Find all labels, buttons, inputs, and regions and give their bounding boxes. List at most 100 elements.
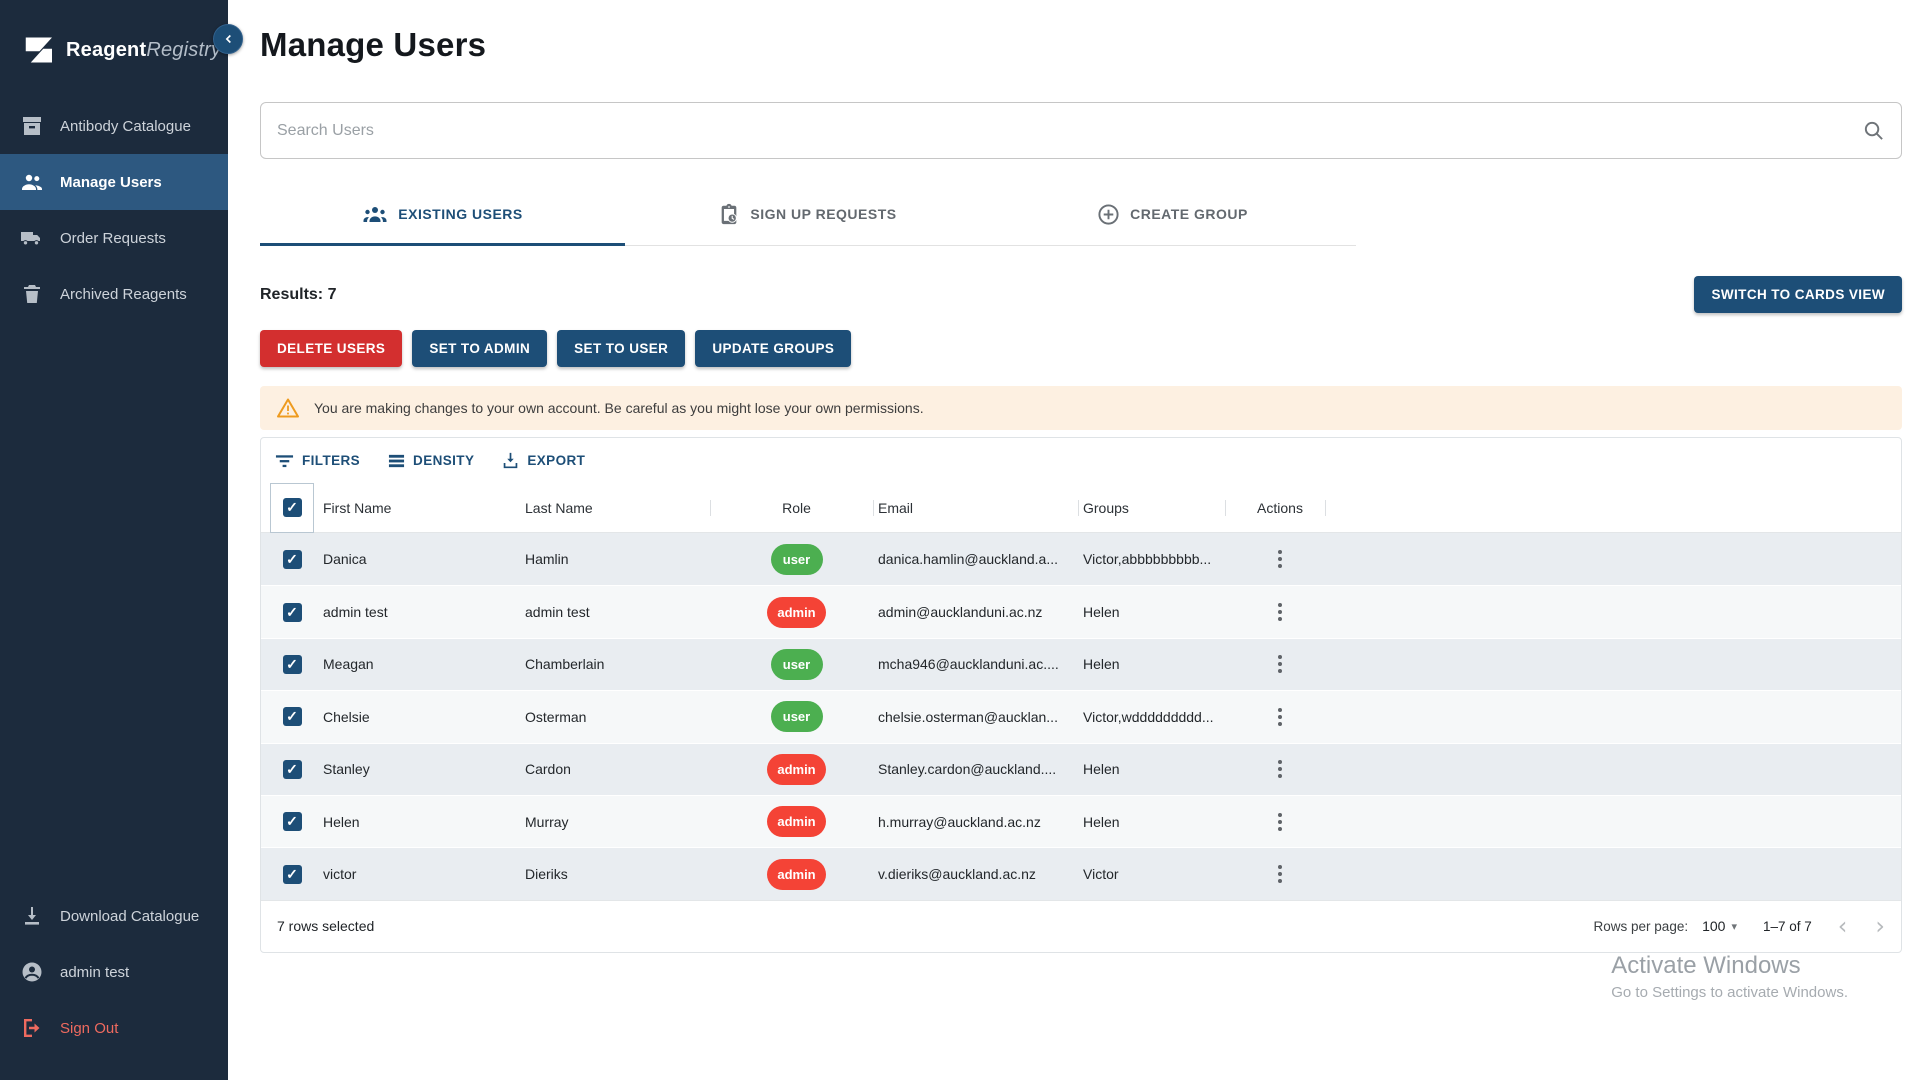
sidebar-item-current-user[interactable]: admin test bbox=[0, 944, 228, 1000]
header-checkbox-cell bbox=[261, 482, 323, 533]
page-title: Manage Users bbox=[260, 26, 487, 63]
sidebar-item-manage-users[interactable]: Manage Users bbox=[0, 154, 228, 210]
tab-sign-up-requests[interactable]: SIGN UP REQUESTS bbox=[625, 183, 990, 245]
row-checkbox[interactable] bbox=[282, 654, 302, 674]
people-icon bbox=[22, 174, 42, 190]
cell-first-name: victor bbox=[323, 866, 357, 883]
sidebar-item-label: Manage Users bbox=[60, 173, 162, 191]
column-header-first-name[interactable]: First Name bbox=[323, 500, 525, 516]
search-bar[interactable] bbox=[260, 102, 1902, 159]
tab-existing-users[interactable]: EXISTING USERS bbox=[260, 183, 625, 246]
bulk-actions-row: DELETE USERS SET TO ADMIN SET TO USER UP… bbox=[260, 330, 1902, 367]
cell-actions bbox=[1230, 704, 1330, 730]
rows-per-page: Rows per page: 100 ▾ bbox=[1594, 918, 1737, 934]
groups-icon bbox=[363, 207, 387, 222]
row-checkbox-cell bbox=[261, 654, 323, 674]
role-badge: user bbox=[770, 543, 823, 575]
export-label: EXPORT bbox=[527, 453, 586, 468]
cell-email: Stanley.cardon@auckland.... bbox=[878, 761, 1057, 778]
table-row[interactable]: victor Dieriks admin v.dieriks@auckland.… bbox=[261, 847, 1901, 900]
cell-actions bbox=[1230, 861, 1330, 887]
add-circle-icon bbox=[1098, 203, 1119, 225]
sidebar-item-order-requests[interactable]: Order Requests bbox=[0, 210, 228, 266]
table-row[interactable]: Danica Hamlin user danica.hamlin@aucklan… bbox=[261, 533, 1901, 586]
warning-banner: You are making changes to your own accou… bbox=[260, 386, 1902, 430]
switch-to-cards-view-button[interactable]: SWITCH TO CARDS VIEW bbox=[1694, 276, 1902, 313]
cell-first-name: Chelsie bbox=[323, 708, 370, 725]
kebab-menu-icon[interactable] bbox=[1274, 809, 1286, 835]
row-checkbox[interactable] bbox=[282, 707, 302, 727]
search-icon[interactable] bbox=[1862, 119, 1885, 142]
cell-groups: Victor bbox=[1083, 866, 1119, 883]
row-checkbox[interactable] bbox=[282, 864, 302, 884]
set-to-admin-button[interactable]: SET TO ADMIN bbox=[412, 330, 548, 367]
kebab-menu-icon[interactable] bbox=[1274, 651, 1286, 677]
sidebar-item-label: Order Requests bbox=[60, 229, 166, 247]
table-footer: 7 rows selected Rows per page: 100 ▾ 1–7… bbox=[261, 899, 1901, 952]
cell-actions bbox=[1230, 756, 1330, 782]
column-header-role[interactable]: Role bbox=[715, 499, 878, 516]
rows-per-page-select[interactable]: 100 ▾ bbox=[1702, 918, 1737, 934]
cell-email: chelsie.osterman@aucklan... bbox=[878, 708, 1058, 725]
cell-last-name: Chamberlain bbox=[525, 656, 605, 673]
table-row[interactable]: Helen Murray admin h.murray@auckland.ac.… bbox=[261, 794, 1901, 848]
cell-groups: Helen bbox=[1083, 761, 1120, 778]
results-row: Results: 7 SWITCH TO CARDS VIEW bbox=[260, 276, 1902, 313]
cell-role: admin bbox=[715, 858, 878, 890]
search-input[interactable] bbox=[277, 121, 1862, 140]
warning-text: You are making changes to your own accou… bbox=[314, 400, 924, 416]
select-all-checkbox[interactable] bbox=[282, 498, 302, 517]
density-label: DENSITY bbox=[413, 453, 475, 468]
inventory-box-icon bbox=[23, 117, 41, 135]
row-checkbox[interactable] bbox=[282, 549, 302, 569]
tab-label: CREATE GROUP bbox=[1130, 206, 1248, 222]
column-header-email[interactable]: Email bbox=[878, 499, 1083, 516]
watermark-subtitle: Go to Settings to activate Windows. bbox=[1611, 984, 1848, 1001]
kebab-menu-icon[interactable] bbox=[1274, 599, 1286, 625]
tab-create-group[interactable]: CREATE GROUP bbox=[990, 183, 1355, 245]
rows-selected-label: 7 rows selected bbox=[277, 918, 375, 935]
row-checkbox-cell bbox=[261, 864, 323, 884]
cell-role: user bbox=[715, 701, 878, 733]
sidebar-item-sign-out[interactable]: Sign Out bbox=[0, 1000, 228, 1056]
row-checkbox-cell bbox=[261, 602, 323, 622]
sidebar-item-antibody-catalogue[interactable]: Antibody Catalogue bbox=[0, 98, 228, 154]
table-row[interactable]: Stanley Cardon admin Stanley.cardon@auck… bbox=[261, 742, 1901, 795]
row-checkbox[interactable] bbox=[282, 812, 302, 832]
column-header-actions[interactable]: Actions bbox=[1230, 499, 1330, 516]
row-checkbox[interactable] bbox=[282, 759, 302, 779]
cell-groups: Victor,abbbbbbbbb... bbox=[1083, 551, 1212, 568]
chevron-left-icon bbox=[225, 34, 231, 44]
cell-role: user bbox=[715, 543, 878, 575]
row-checkbox[interactable] bbox=[282, 602, 302, 622]
kebab-menu-icon[interactable] bbox=[1274, 704, 1286, 730]
filters-button[interactable]: FILTERS bbox=[265, 446, 370, 475]
set-to-user-button[interactable]: SET TO USER bbox=[557, 330, 686, 367]
sidebar-item-archived-reagents[interactable]: Archived Reagents bbox=[0, 266, 228, 322]
signup-clipboard-icon bbox=[722, 203, 738, 225]
kebab-menu-icon[interactable] bbox=[1274, 756, 1286, 782]
sidebar-item-label: admin test bbox=[60, 963, 130, 981]
rows-per-page-label: Rows per page: bbox=[1593, 918, 1689, 934]
sidebar-item-download-catalogue[interactable]: Download Catalogue bbox=[0, 888, 228, 944]
warning-triangle-icon bbox=[277, 398, 299, 418]
cell-last-name: Dieriks bbox=[525, 866, 568, 883]
column-header-groups[interactable]: Groups bbox=[1083, 499, 1230, 516]
next-page-button[interactable]: › bbox=[1875, 914, 1885, 938]
table-row[interactable]: Chelsie Osterman user chelsie.osterman@a… bbox=[261, 690, 1901, 743]
update-groups-button[interactable]: UPDATE GROUPS bbox=[695, 330, 852, 367]
kebab-menu-icon[interactable] bbox=[1274, 546, 1286, 572]
export-button[interactable]: EXPORT bbox=[492, 446, 595, 475]
column-header-last-name[interactable]: Last Name bbox=[525, 499, 715, 516]
delete-users-button[interactable]: DELETE USERS bbox=[260, 330, 403, 367]
kebab-menu-icon[interactable] bbox=[1274, 861, 1286, 887]
cell-actions bbox=[1230, 599, 1330, 625]
cell-actions bbox=[1230, 546, 1330, 572]
sidebar-collapse-button[interactable] bbox=[213, 24, 243, 54]
table-row[interactable]: Meagan Chamberlain user mcha946@auckland… bbox=[261, 637, 1901, 691]
cell-groups: Victor,wddddddddd... bbox=[1083, 708, 1214, 725]
previous-page-button[interactable]: ‹ bbox=[1838, 914, 1848, 938]
table-header-row: First Name Last Name Role Email Groups A… bbox=[261, 482, 1901, 533]
density-button[interactable]: DENSITY bbox=[378, 446, 484, 475]
table-row[interactable]: admin test admin test admin admin@auckla… bbox=[261, 585, 1901, 638]
